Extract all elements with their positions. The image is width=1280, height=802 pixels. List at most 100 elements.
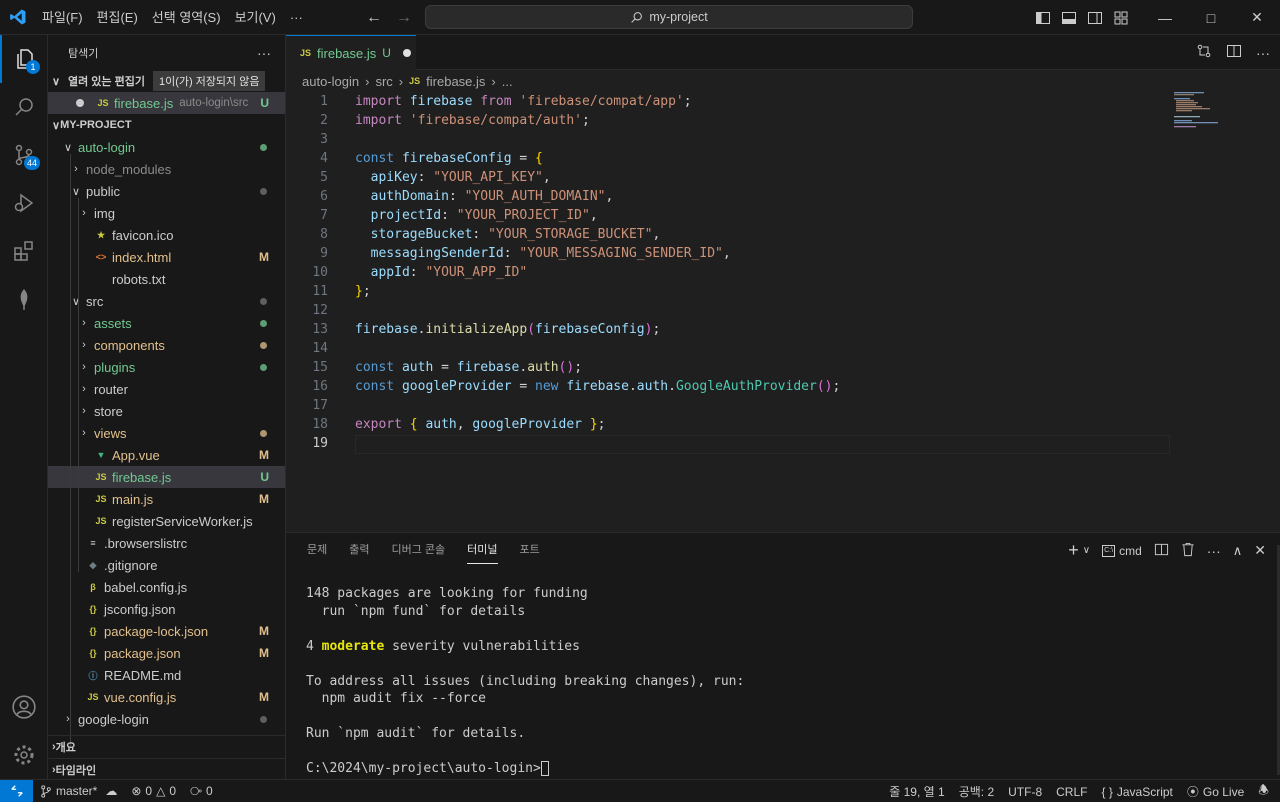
- menu-more[interactable]: ···: [283, 0, 310, 35]
- toggle-primary-sidebar-icon[interactable]: [1030, 0, 1056, 35]
- chevron-down-icon[interactable]: ∨: [1083, 545, 1090, 556]
- extensions-icon[interactable]: [0, 227, 48, 275]
- file-item[interactable]: {} package.json M: [48, 642, 285, 664]
- file-item[interactable]: JS registerServiceWorker.js: [48, 510, 285, 532]
- code-line[interactable]: 11};: [286, 282, 1186, 301]
- command-center[interactable]: my-project: [425, 5, 913, 29]
- folder-item[interactable]: › store: [48, 400, 285, 422]
- maximize-button[interactable]: □: [1188, 0, 1234, 35]
- folder-item[interactable]: › plugins: [48, 356, 285, 378]
- breadcrumb-folder[interactable]: src: [375, 74, 392, 89]
- encoding[interactable]: UTF-8: [1001, 780, 1049, 802]
- minimap[interactable]: [1174, 92, 1254, 132]
- code-line[interactable]: 3: [286, 130, 1186, 149]
- file-item[interactable]: β babel.config.js: [48, 576, 285, 598]
- tab-terminal[interactable]: 터미널: [456, 533, 508, 568]
- remote-indicator-icon[interactable]: [0, 779, 33, 802]
- tab-ports[interactable]: 포트: [509, 533, 551, 568]
- search-icon[interactable]: [0, 83, 48, 131]
- menu-view[interactable]: 보기(V): [228, 0, 283, 35]
- more-actions-icon[interactable]: ···: [1256, 45, 1270, 61]
- folder-item[interactable]: › router: [48, 378, 285, 400]
- code-line[interactable]: 1 import firebase from 'firebase/compat/a…: [286, 92, 1186, 111]
- customize-layout-icon[interactable]: [1108, 0, 1134, 35]
- code-line[interactable]: 12: [286, 301, 1186, 320]
- file-item[interactable]: ≡ .browserslistrc: [48, 532, 285, 554]
- code-line[interactable]: 13 firebase.initializeApp(firebaseConfig)…: [286, 320, 1186, 339]
- outline-header[interactable]: › 개요: [48, 736, 285, 758]
- open-editors-header[interactable]: ∨ 열려 있는 편집기 1이(가) 저장되지 않음: [48, 70, 285, 92]
- folder-item[interactable]: › google-login: [48, 708, 285, 730]
- folder-item[interactable]: › assets: [48, 312, 285, 334]
- breadcrumb-symbol[interactable]: ...: [502, 74, 513, 89]
- tab-firebase-js[interactable]: JS firebase.js U: [286, 35, 416, 70]
- unsaved-dot-icon[interactable]: [76, 99, 84, 107]
- code-line[interactable]: 4 const firebaseConfig = {: [286, 149, 1186, 168]
- code-line[interactable]: 5 apiKey: "YOUR_API_KEY",: [286, 168, 1186, 187]
- toggle-panel-icon[interactable]: [1056, 0, 1082, 35]
- compare-changes-icon[interactable]: [1196, 43, 1212, 62]
- folder-item[interactable]: › components: [48, 334, 285, 356]
- cursor-position[interactable]: 줄 19, 열 1: [882, 780, 951, 802]
- trash-icon[interactable]: [1181, 542, 1195, 560]
- unsaved-dot-icon[interactable]: [402, 49, 411, 57]
- code-line[interactable]: 6 authDomain: "YOUR_AUTH_DOMAIN",: [286, 187, 1186, 206]
- project-header[interactable]: ∨ MY-PROJECT: [48, 114, 285, 136]
- file-item[interactable]: JS firebase.js U: [48, 466, 285, 488]
- code-line[interactable]: 2 import 'firebase/compat/auth';: [286, 111, 1186, 130]
- close-panel-icon[interactable]: ✕: [1254, 542, 1266, 559]
- toggle-secondary-sidebar-icon[interactable]: [1082, 0, 1108, 35]
- run-debug-icon[interactable]: [0, 179, 48, 227]
- folder-item[interactable]: › views: [48, 422, 285, 444]
- menu-selection[interactable]: 선택 영역(S): [145, 0, 228, 35]
- folder-item[interactable]: › node_modules: [48, 158, 285, 180]
- line-ending[interactable]: CRLF: [1049, 780, 1094, 802]
- folder-item[interactable]: ∨ public: [48, 180, 285, 202]
- split-editor-icon[interactable]: [1226, 43, 1242, 62]
- timeline-header[interactable]: › 타임라인: [48, 758, 285, 779]
- more-actions-icon[interactable]: ···: [257, 45, 271, 61]
- maximize-panel-icon[interactable]: ∧: [1233, 543, 1243, 559]
- code-line[interactable]: 10 appId: "YOUR_APP_ID": [286, 263, 1186, 282]
- settings-gear-icon[interactable]: [0, 731, 48, 779]
- language-mode[interactable]: { } JavaScript: [1094, 780, 1179, 802]
- accounts-icon[interactable]: [0, 683, 48, 731]
- code-line[interactable]: 17: [286, 396, 1186, 415]
- explorer-icon[interactable]: 1: [0, 35, 48, 83]
- indentation[interactable]: 공백: 2: [952, 780, 1001, 802]
- terminal-shell-selector[interactable]: C:\ cmd: [1102, 544, 1142, 558]
- file-item[interactable]: JS vue.config.js M: [48, 686, 285, 708]
- menu-file[interactable]: 파일(F): [35, 0, 90, 35]
- folder-item[interactable]: ∨ auto-login: [48, 136, 285, 158]
- close-window-button[interactable]: ✕: [1234, 0, 1280, 35]
- notifications-bell-icon[interactable]: 🕭: [1251, 780, 1276, 802]
- file-item[interactable]: JS main.js M: [48, 488, 285, 510]
- breadcrumb-folder[interactable]: auto-login: [302, 74, 359, 89]
- more-actions-icon[interactable]: ···: [1207, 543, 1221, 559]
- folder-item[interactable]: › img: [48, 202, 285, 224]
- breadcrumb-file[interactable]: firebase.js: [426, 74, 485, 89]
- file-item[interactable]: robots.txt: [48, 268, 285, 290]
- problems-indicator[interactable]: ⊗ 0 △ 0: [124, 780, 183, 802]
- code-line[interactable]: 9 messagingSenderId: "YOUR_MESSAGING_SEN…: [286, 244, 1186, 263]
- code-line[interactable]: 14: [286, 339, 1186, 358]
- menu-edit[interactable]: 편집(E): [90, 0, 145, 35]
- terminal-prompt[interactable]: C:\2024\my-project\auto-login>: [306, 760, 744, 778]
- back-arrow-icon[interactable]: ←: [366, 9, 382, 27]
- tab-problems[interactable]: 문제: [296, 533, 338, 568]
- code-line[interactable]: 18 export { auth, googleProvider };: [286, 415, 1186, 434]
- code-line[interactable]: 8 storageBucket: "YOUR_STORAGE_BUCKET",: [286, 225, 1186, 244]
- folder-item[interactable]: ∨ src: [48, 290, 285, 312]
- branch-indicator[interactable]: master* ☁: [33, 780, 124, 802]
- file-item[interactable]: {} package-lock.json M: [48, 620, 285, 642]
- tab-debug-console[interactable]: 디버그 콘솔: [381, 533, 457, 568]
- go-live-button[interactable]: ⦿ Go Live: [1180, 780, 1251, 802]
- code-line[interactable]: 7 projectId: "YOUR_PROJECT_ID",: [286, 206, 1186, 225]
- minimize-button[interactable]: —: [1142, 0, 1188, 35]
- file-item[interactable]: <> index.html M: [48, 246, 285, 268]
- source-control-icon[interactable]: 44: [0, 131, 48, 179]
- file-item[interactable]: ⓘ README.md: [48, 664, 285, 686]
- forward-arrow-icon[interactable]: →: [396, 9, 412, 27]
- file-item[interactable]: {} jsconfig.json: [48, 598, 285, 620]
- new-terminal-icon[interactable]: +: [1068, 540, 1079, 561]
